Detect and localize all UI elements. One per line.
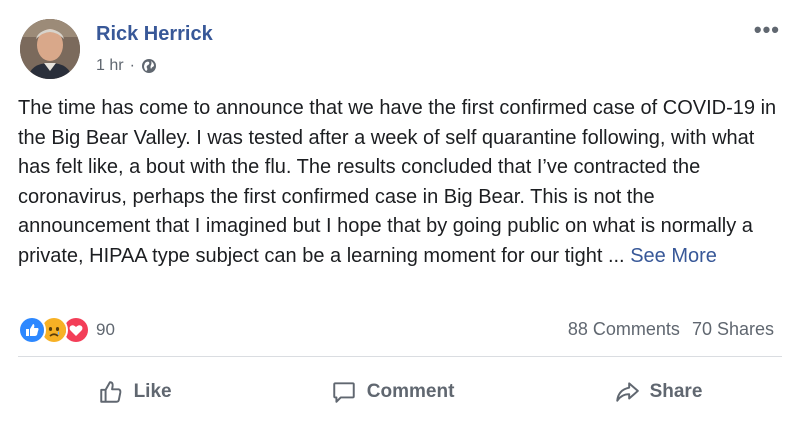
comment-button[interactable]: Comment [315,373,471,411]
meta-separator: · [129,57,135,74]
comment-icon [333,382,355,403]
see-more-link[interactable]: See More [630,245,717,267]
share-label: Share [649,381,703,402]
post-body: The time has come to announce that we ha… [18,94,788,271]
more-options-icon[interactable]: ••• [754,19,780,41]
author-name[interactable]: Rick Herrick [96,23,213,46]
post-text: The time has come to announce that we ha… [18,97,777,267]
like-reaction-icon [18,316,46,344]
reaction-count[interactable]: 90 [96,320,115,340]
avatar[interactable] [20,19,80,79]
thumbs-up-icon [99,381,121,403]
post-meta: 1 hr · [96,57,157,75]
comment-label: Comment [366,381,455,402]
comments-count[interactable]: 88 Comments [568,319,680,340]
divider [18,356,782,357]
facebook-post: Rick Herrick 1 hr · ••• The time has com… [0,0,800,429]
like-button[interactable]: Like [82,373,188,411]
share-icon [615,382,639,402]
share-button[interactable]: Share [598,373,719,411]
shares-count[interactable]: 70 Shares [692,319,774,340]
reactions-summary[interactable]: 90 [18,316,115,344]
post-stats: 88 Comments 70 Shares [568,319,774,340]
post-actions: Like Comment Share [18,370,782,414]
like-label: Like [133,381,172,402]
globe-icon[interactable] [141,58,157,74]
post-timestamp[interactable]: 1 hr [96,57,124,75]
